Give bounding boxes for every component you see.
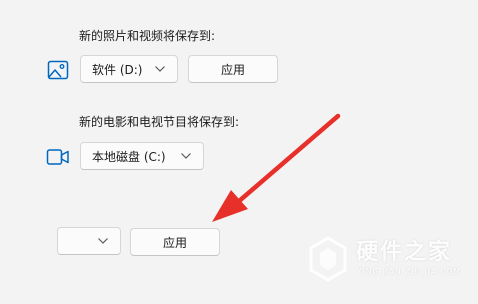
photos-apply-label: 应用 — [220, 62, 245, 77]
annotation-arrow-icon — [212, 113, 341, 222]
chevron-down-icon — [179, 149, 193, 163]
photos-drive-value: 软件 (D:) — [92, 62, 143, 77]
video-camera-icon — [46, 145, 70, 169]
movies-save-location-label: 新的电影和电视节目将保存到: — [79, 115, 240, 129]
drive-select[interactable] — [57, 227, 121, 255]
apply-label: 应用 — [162, 235, 187, 250]
chevron-down-icon — [96, 234, 110, 248]
watermark-logo-icon — [309, 236, 347, 282]
photos-save-location-label: 新的照片和视频将保存到: — [79, 29, 216, 43]
watermark-subtitle: YING JIAN ZHI JIA.COM — [357, 267, 461, 276]
photos-drive-select[interactable]: 软件 (D:) — [80, 55, 178, 83]
movies-drive-value: 本地磁盘 (C:) — [92, 149, 166, 164]
watermark: 硬件之家 YING JIAN ZHI JIA.COM — [300, 228, 472, 298]
image-icon — [46, 58, 70, 82]
movies-drive-select[interactable]: 本地磁盘 (C:) — [80, 142, 204, 170]
apply-button[interactable]: 应用 — [130, 228, 220, 256]
photos-apply-button[interactable]: 应用 — [188, 55, 278, 83]
chevron-down-icon — [153, 62, 167, 76]
watermark-title: 硬件之家 — [356, 240, 453, 265]
